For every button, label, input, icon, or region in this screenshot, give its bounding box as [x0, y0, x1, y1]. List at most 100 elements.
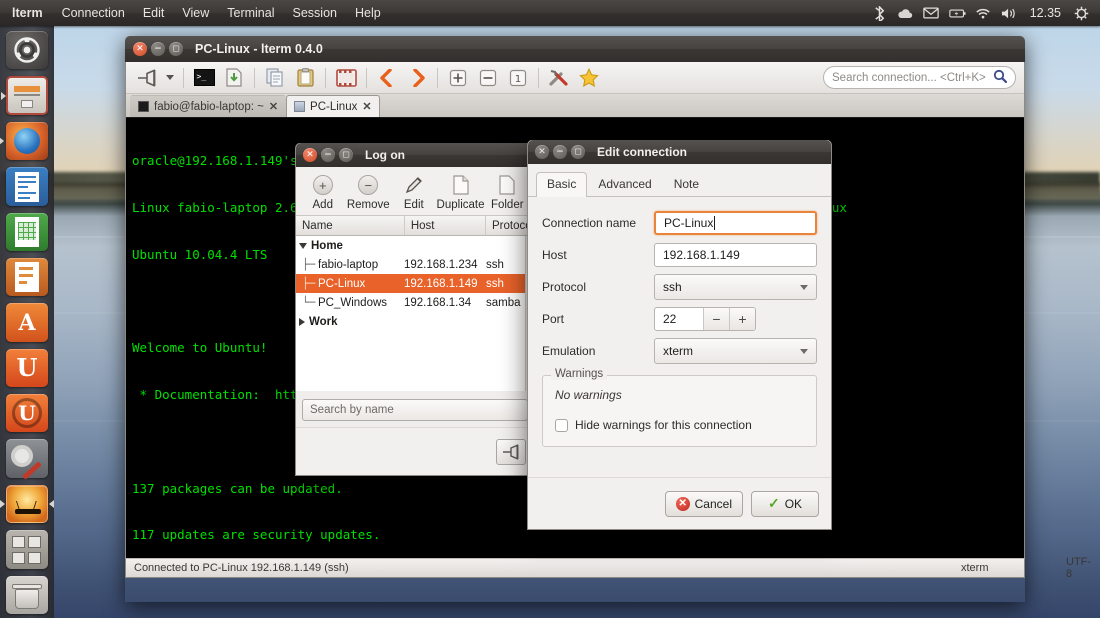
protocol-select[interactable]: ssh	[654, 274, 817, 300]
tab-close-icon[interactable]: ✕	[269, 100, 278, 113]
column-host[interactable]: Host	[405, 216, 486, 235]
close-icon[interactable]: ✕	[303, 148, 317, 162]
tab-close-icon[interactable]: ✕	[362, 100, 371, 113]
preferences-icon[interactable]	[545, 65, 573, 91]
logon-titlebar[interactable]: ✕ − ◻ Log on	[296, 143, 534, 167]
tab-fabio-laptop[interactable]: fabio@fabio-laptop: ~ ✕	[130, 95, 286, 117]
connect-icon[interactable]	[133, 65, 161, 91]
search-connection-placeholder: Search connection... <Ctrl+K>	[832, 72, 986, 84]
minimize-icon[interactable]: −	[553, 145, 567, 159]
firefox-icon[interactable]	[6, 122, 48, 160]
favorites-icon[interactable]	[575, 65, 603, 91]
tree-group-work[interactable]: Work	[296, 312, 534, 331]
ok-button[interactable]: ✓ OK	[751, 491, 819, 517]
ubuntu-software-center-icon[interactable]: A	[6, 303, 48, 341]
edit-dialog-titlebar[interactable]: ✕ − ◻ Edit connection	[528, 140, 831, 164]
close-icon[interactable]: ✕	[133, 42, 147, 56]
screen-icon[interactable]	[332, 65, 360, 91]
tab-advanced[interactable]: Advanced	[587, 172, 662, 196]
system-settings-icon[interactable]	[6, 439, 48, 477]
libreoffice-calc-icon[interactable]	[6, 213, 48, 251]
next-tab-icon[interactable]	[403, 65, 431, 91]
maximize-icon[interactable]: ◻	[571, 145, 585, 159]
menu-edit[interactable]: Edit	[134, 0, 174, 26]
minus-icon: −	[356, 173, 380, 197]
ubuntu-one-music-icon[interactable]: U	[6, 394, 48, 432]
maximize-icon[interactable]: ◻	[339, 148, 353, 162]
tree-group-home[interactable]: Home	[296, 236, 534, 255]
menu-connection[interactable]: Connection	[53, 0, 134, 26]
chevron-down-icon[interactable]	[299, 243, 307, 249]
battery-icon[interactable]	[949, 5, 966, 22]
column-name[interactable]: Name	[296, 216, 405, 235]
trash-icon[interactable]	[6, 576, 48, 614]
zoom-reset-icon[interactable]: 1	[504, 65, 532, 91]
libreoffice-writer-icon[interactable]	[6, 167, 48, 205]
files-icon[interactable]	[6, 76, 48, 115]
logon-search-input[interactable]: Search by name	[302, 399, 528, 421]
hide-warnings-checkbox-row[interactable]: Hide warnings for this connection	[555, 418, 804, 432]
edit-connection-form: Connection name PC-Linux Host 192.168.1.…	[528, 197, 831, 367]
plus-icon: +	[311, 173, 335, 197]
hide-warnings-checkbox[interactable]	[555, 419, 568, 432]
lterm-icon[interactable]: \/	[6, 485, 48, 524]
port-increment-button[interactable]: +	[729, 308, 755, 330]
new-terminal-icon[interactable]: >_	[190, 65, 218, 91]
connect-button[interactable]	[496, 439, 526, 465]
port-value[interactable]: 22	[655, 308, 703, 330]
minimize-icon[interactable]: −	[321, 148, 335, 162]
menu-session[interactable]: Session	[284, 0, 346, 26]
menu-terminal[interactable]: Terminal	[218, 0, 283, 26]
tree-item-fabio-laptop[interactable]: ├─fabio-laptop 192.168.1.234 ssh	[296, 255, 534, 274]
ubuntu-dash-icon[interactable]	[6, 31, 48, 69]
close-icon[interactable]: ✕	[535, 145, 549, 159]
cancel-button[interactable]: ✕ Cancel	[665, 491, 743, 517]
zoom-in-icon[interactable]	[444, 65, 472, 91]
connection-name-input[interactable]: PC-Linux	[654, 211, 817, 235]
workspace-switcher-icon[interactable]	[6, 530, 48, 568]
bluetooth-icon[interactable]	[871, 5, 888, 22]
tab-basic[interactable]: Basic	[536, 172, 587, 197]
volume-icon[interactable]	[1001, 5, 1018, 22]
menu-help[interactable]: Help	[346, 0, 390, 26]
libreoffice-impress-icon[interactable]	[6, 258, 48, 296]
panel-app-name[interactable]: lterm	[0, 6, 53, 20]
tree-item-pc-windows[interactable]: └─PC_Windows 192.168.1.34 samba	[296, 293, 534, 312]
wifi-icon[interactable]	[975, 5, 992, 22]
connect-dropdown-icon[interactable]	[163, 65, 177, 91]
emulation-label: Emulation	[542, 344, 654, 358]
toolbar-separator	[538, 68, 539, 88]
menu-view[interactable]: View	[173, 0, 218, 26]
download-icon[interactable]	[220, 65, 248, 91]
search-icon[interactable]	[993, 69, 1007, 86]
tree-item-pc-linux[interactable]: ├─PC-Linux 192.168.1.149 ssh	[296, 274, 534, 293]
paste-icon[interactable]	[291, 65, 319, 91]
port-decrement-button[interactable]: −	[703, 308, 729, 330]
logon-footer	[296, 427, 534, 475]
folder-button[interactable]: Folder	[485, 173, 531, 211]
check-icon: ✓	[768, 495, 780, 512]
host-input[interactable]: 192.168.1.149	[654, 243, 817, 267]
previous-tab-icon[interactable]	[373, 65, 401, 91]
minimize-icon[interactable]: −	[151, 42, 165, 56]
copy-icon[interactable]	[261, 65, 289, 91]
tab-pc-linux[interactable]: PC-Linux ✕	[286, 95, 380, 117]
edit-button[interactable]: Edit	[391, 173, 437, 211]
emulation-select[interactable]: xterm	[654, 338, 817, 364]
clock[interactable]: 12.35	[1027, 6, 1064, 20]
maximize-icon[interactable]: ◻	[169, 42, 183, 56]
ubuntu-one-cloud-icon[interactable]	[897, 5, 914, 22]
search-connection-input[interactable]: Search connection... <Ctrl+K>	[823, 66, 1016, 89]
remove-button[interactable]: − Remove	[346, 173, 392, 211]
chevron-right-icon[interactable]	[299, 318, 305, 326]
power-gear-icon[interactable]	[1073, 5, 1090, 22]
tab-note[interactable]: Note	[663, 172, 710, 196]
document-icon	[449, 173, 473, 197]
lterm-titlebar[interactable]: ✕ − ◻ PC-Linux - lterm 0.4.0	[125, 36, 1025, 62]
port-stepper[interactable]: 22 − +	[654, 307, 756, 331]
ubuntu-one-icon[interactable]: U	[6, 349, 48, 387]
messaging-envelope-icon[interactable]	[923, 5, 940, 22]
add-button[interactable]: + Add	[300, 173, 346, 211]
zoom-out-icon[interactable]	[474, 65, 502, 91]
duplicate-button[interactable]: Duplicate	[437, 173, 485, 211]
